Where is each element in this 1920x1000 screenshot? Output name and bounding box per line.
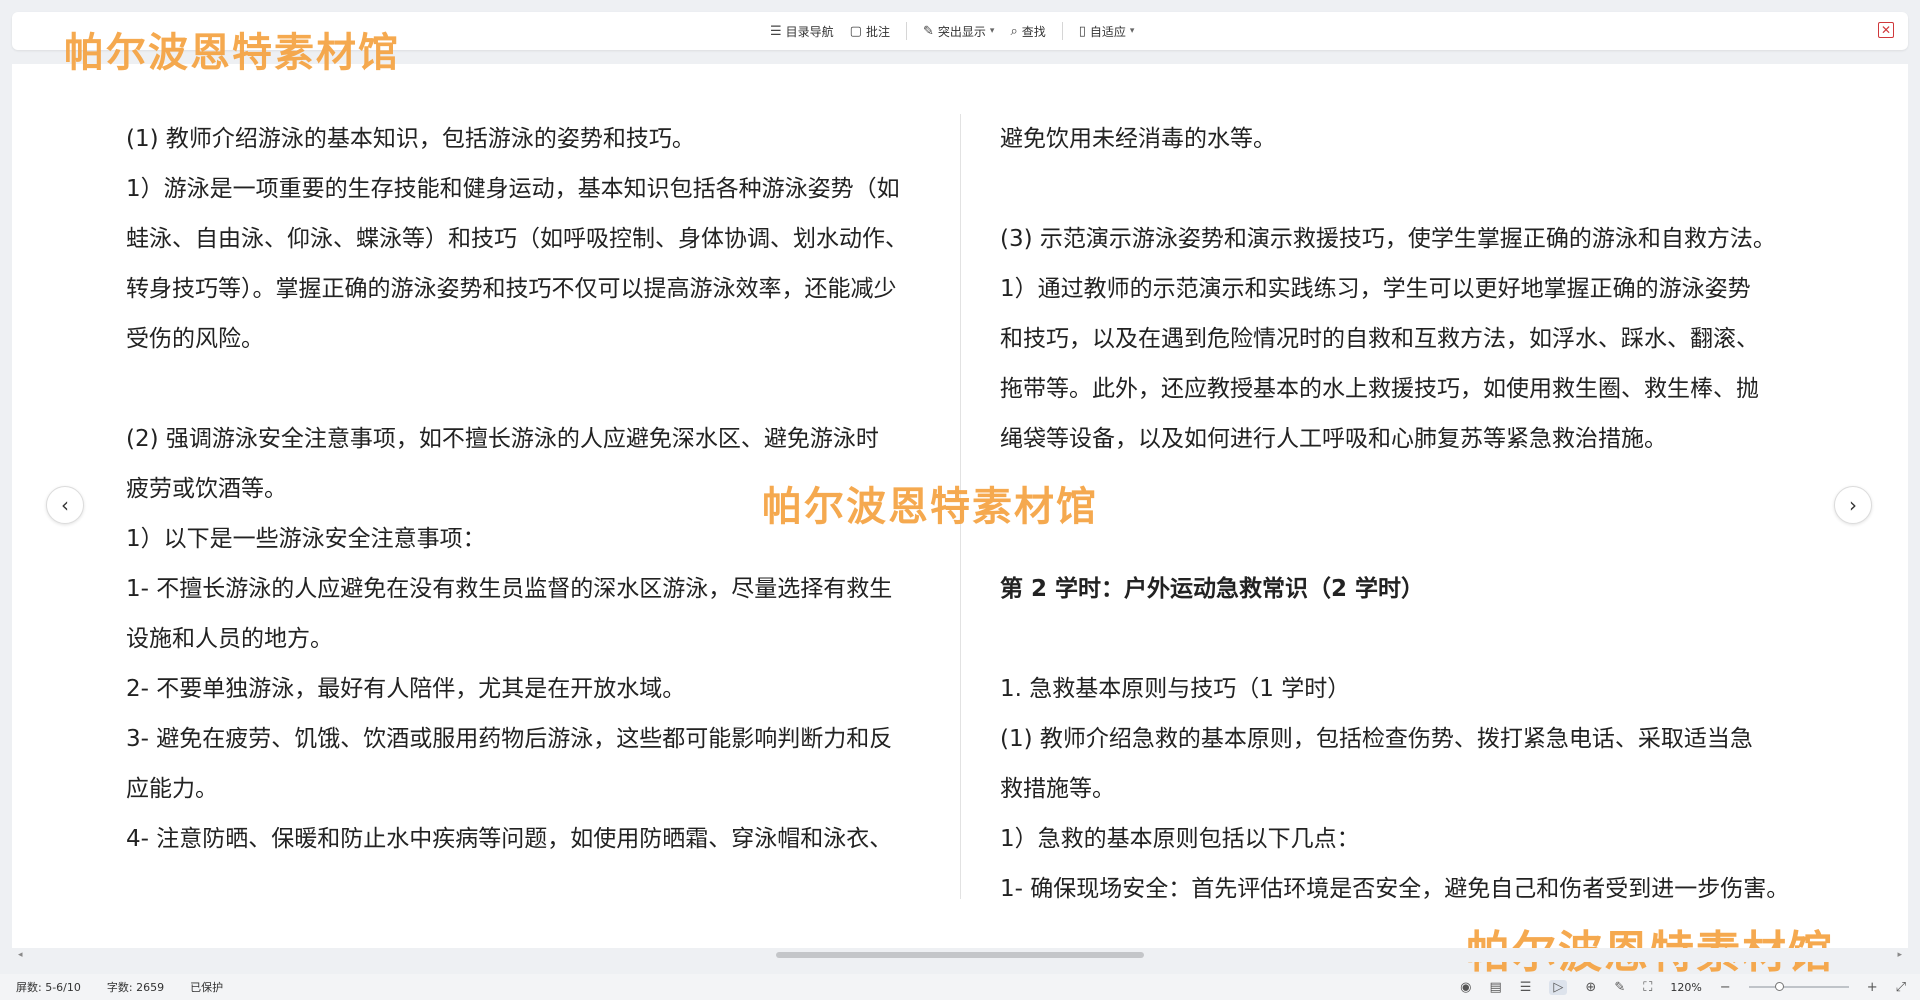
fullscreen-icon[interactable]: ⤢	[1896, 980, 1906, 995]
annotate-button[interactable]: ▢ 批注	[844, 19, 896, 44]
protection-status: 已保护	[190, 981, 224, 994]
document-line: 受伤的风险。	[126, 326, 264, 352]
close-icon[interactable]: ✕	[1878, 22, 1894, 38]
zoom-slider[interactable]	[1748, 982, 1849, 991]
toolbar-separator	[1061, 22, 1063, 40]
document-line: 1- 确保现场安全：首先评估环境是否安全，避免自己和伤者受到进一步伤害。	[1000, 876, 1790, 902]
fit-mode-button[interactable]: ▯ 自适应 ▾	[1073, 19, 1141, 44]
page-view-icon[interactable]: ▤	[1489, 980, 1501, 995]
document-line: 拖带等。此外，还应教授基本的水上救援技巧，如使用救生圈、救生棒、抛	[1000, 376, 1759, 402]
document-line: 救措施等。	[1000, 776, 1115, 802]
document-line: 转身技巧等）。掌握正确的游泳姿势和技巧不仅可以提高游泳效率，还能减少	[126, 276, 897, 302]
document-line: 疲劳或饮酒等。	[126, 476, 287, 502]
outline-view-icon[interactable]: ☰	[1520, 980, 1532, 995]
highlight-button[interactable]: ✎ 突出显示 ▾	[917, 19, 1000, 44]
toc-nav-label: 目录导航	[785, 24, 834, 39]
document-line: 1- 不擅长游泳的人应避免在没有救生员监督的深水区游泳，尽量选择有救生	[126, 576, 893, 602]
document-line: 蛙泳、自由泳、仰泳、蝶泳等）和技巧（如呼吸控制、身体协调、划水动作、	[126, 226, 908, 252]
document-line: (1) 教师介绍游泳的基本知识，包括游泳的姿势和技巧。	[126, 126, 695, 152]
document-line: 应能力。	[126, 776, 218, 802]
zoom-out-icon[interactable]: −	[1720, 980, 1731, 995]
document-line: 和技巧，以及在遇到危险情况时的自救和互救方法，如浮水、踩水、翻滚、	[1000, 326, 1759, 352]
document-line: 1）急救的基本原则包括以下几点：	[1000, 826, 1360, 852]
document-line: 1）通过教师的示范演示和实践练习，学生可以更好地掌握正确的游泳姿势	[1000, 276, 1751, 302]
document-line: 4- 注意防晒、保暖和防止水中疾病等问题，如使用防晒霜、穿泳帽和泳衣、	[126, 826, 893, 852]
highlight-label: 突出显示	[937, 24, 986, 39]
scroll-right-icon[interactable]: ▸	[1897, 948, 1902, 962]
document-line: (1) 教师介绍急救的基本原则，包括检查伤势、拨打紧急电话、采取适当急	[1000, 726, 1753, 752]
fit-screen-icon[interactable]: ⛶	[1643, 980, 1652, 995]
document-page: (1) 教师介绍游泳的基本知识，包括游泳的姿势和技巧。 1）游泳是一项重要的生存技…	[12, 64, 1908, 948]
horizontal-scrollbar[interactable]: ◂ ▸	[12, 948, 1908, 962]
list-icon: ☰	[770, 23, 782, 39]
previous-page-button[interactable]: ‹	[46, 486, 84, 524]
status-left: 屏数: 5-6/10 字数: 2659 已保护	[16, 974, 223, 1000]
pen-icon[interactable]: ✎	[1614, 980, 1625, 995]
document-line: 设施和人员的地方。	[126, 626, 333, 652]
zoom-slider-knob[interactable]	[1774, 982, 1784, 991]
status-bar: 屏数: 5-6/10 字数: 2659 已保护 ◉ ▤ ☰ ▷ ⊕ ✎ ⛶ 12…	[0, 974, 1920, 1000]
chevron-left-icon: ‹	[61, 493, 69, 517]
document-line: (3) 示范演示游泳姿势和演示救援技巧，使学生掌握正确的游泳和自救方法。	[1000, 226, 1776, 252]
page-icon: ▯	[1078, 23, 1086, 39]
document-line: 避免饮用未经消毒的水等。	[1000, 126, 1276, 152]
word-count: 字数: 2659	[106, 981, 165, 994]
document-line: 3- 避免在疲劳、饥饿、饮酒或服用药物后游泳，这些都可能影响判断力和反	[126, 726, 893, 752]
zoom-in-icon[interactable]: +	[1867, 980, 1878, 995]
highlighter-icon: ✎	[922, 23, 934, 39]
status-right: ◉ ▤ ☰ ▷ ⊕ ✎ ⛶ 120% − + ⤢	[1460, 974, 1906, 1000]
chevron-down-icon: ▾	[989, 26, 995, 36]
column-divider	[960, 114, 961, 899]
scroll-left-icon[interactable]: ◂	[18, 948, 23, 962]
left-column: (1) 教师介绍游泳的基本知识，包括游泳的姿势和技巧。 1）游泳是一项重要的生存技…	[126, 114, 926, 864]
next-page-button[interactable]: ›	[1834, 486, 1872, 524]
document-line: (2) 强调游泳安全注意事项，如不擅长游泳的人应避免深水区、避免游泳时	[126, 426, 879, 452]
right-column: 避免饮用未经消毒的水等。 (3) 示范演示游泳姿势和演示救援技巧，使学生掌握正确的…	[1000, 114, 1800, 914]
find-button[interactable]: ⌕ 查找	[1004, 19, 1051, 44]
top-toolbar: ☰ 目录导航 ▢ 批注 ✎ 突出显示 ▾ ⌕ 查找 ▯ 自适应 ▾ ✕	[12, 12, 1908, 50]
fit-mode-label: 自适应	[1089, 24, 1126, 39]
search-icon: ⌕	[1010, 23, 1018, 39]
chevron-right-icon: ›	[1849, 493, 1857, 517]
annotate-label: 批注	[865, 24, 890, 39]
toolbar-separator	[905, 22, 907, 40]
document-line: 1. 急救基本原则与技巧（1 学时）	[1000, 676, 1351, 702]
document-line: 1）以下是一些游泳安全注意事项：	[126, 526, 486, 552]
toolbar-tools: ☰ 目录导航 ▢ 批注 ✎ 突出显示 ▾ ⌕ 查找 ▯ 自适应 ▾	[764, 12, 1140, 50]
zoom-level[interactable]: 120%	[1670, 981, 1701, 994]
section-heading: 第 2 学时：户外运动急救常识（2 学时）	[1000, 576, 1425, 602]
document-line: 绳袋等设备，以及如何进行人工呼吸和心肺复苏等紧急救治措施。	[1000, 426, 1667, 452]
find-label: 查找	[1021, 24, 1046, 39]
eye-icon[interactable]: ◉	[1460, 980, 1471, 995]
scrollbar-thumb[interactable]	[776, 952, 1144, 958]
document-line: 2- 不要单独游泳，最好有人陪伴，尤其是在开放水域。	[126, 676, 686, 702]
page-count: 屏数: 5-6/10	[16, 981, 81, 994]
document-line: 1）游泳是一项重要的生存技能和健身运动，基本知识包括各种游泳姿势（如	[126, 176, 900, 202]
comment-icon: ▢	[849, 23, 862, 39]
chevron-down-icon: ▾	[1129, 26, 1135, 36]
play-icon[interactable]: ▷	[1549, 979, 1568, 995]
globe-icon[interactable]: ⊕	[1585, 980, 1596, 995]
toc-nav-button[interactable]: ☰ 目录导航	[764, 19, 840, 44]
